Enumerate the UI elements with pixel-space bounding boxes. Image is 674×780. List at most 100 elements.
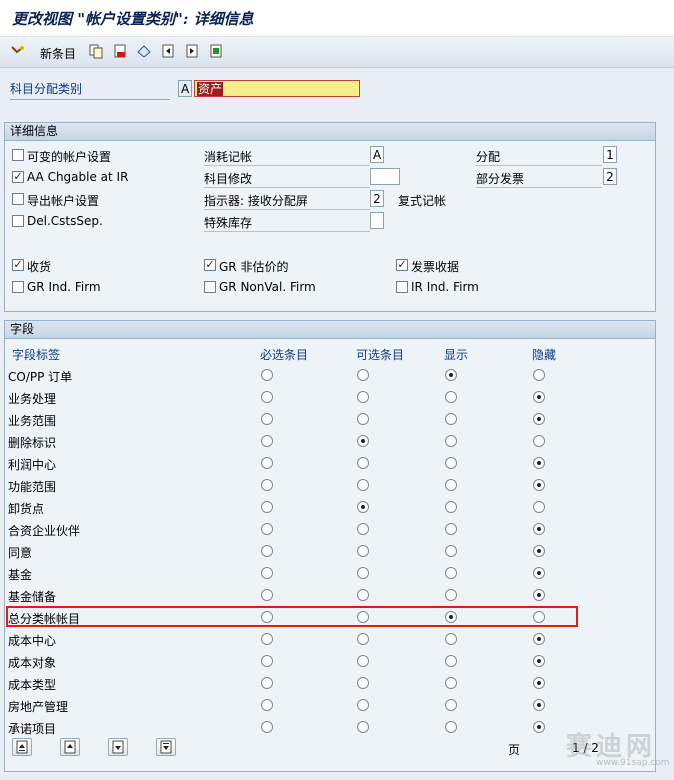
hide-radio[interactable]: [533, 589, 545, 601]
required-radio[interactable]: [261, 677, 273, 689]
undo-icon[interactable]: [136, 43, 152, 59]
partial-invoice-field[interactable]: 2: [603, 168, 617, 185]
required-radio[interactable]: [261, 501, 273, 513]
optional-radio[interactable]: [357, 457, 369, 469]
display-radio[interactable]: [445, 523, 457, 535]
optional-radio[interactable]: [357, 369, 369, 381]
display-radio[interactable]: [445, 589, 457, 601]
display-radio[interactable]: [445, 479, 457, 491]
copy-icon[interactable]: [88, 43, 104, 59]
gr-nonval-firm-checkbox[interactable]: [204, 281, 216, 293]
required-radio[interactable]: [261, 523, 273, 535]
account-assignment-value-field[interactable]: 资产: [194, 80, 360, 97]
required-radio[interactable]: [261, 721, 273, 733]
invoice-receipt-label: 发票收据: [411, 260, 460, 274]
gr-assignment-screen-field[interactable]: 2: [370, 190, 384, 207]
optional-radio[interactable]: [357, 589, 369, 601]
required-radio[interactable]: [261, 633, 273, 645]
export-icon[interactable]: [208, 43, 224, 59]
first-page-icon[interactable]: [12, 738, 32, 756]
consumption-posting-field[interactable]: A: [370, 146, 384, 163]
optional-radio[interactable]: [357, 501, 369, 513]
required-radio[interactable]: [261, 369, 273, 381]
gr-ind-firm-label: GR Ind. Firm: [27, 280, 101, 294]
prev-icon[interactable]: [160, 43, 176, 59]
required-radio[interactable]: [261, 545, 273, 557]
watermark-url: www.91sap.com: [596, 758, 670, 768]
optional-radio[interactable]: [357, 721, 369, 733]
required-radio[interactable]: [261, 413, 273, 425]
delete-icon[interactable]: [112, 43, 128, 59]
optional-radio[interactable]: [357, 677, 369, 689]
display-radio[interactable]: [445, 457, 457, 469]
hide-radio[interactable]: [533, 721, 545, 733]
hide-radio[interactable]: [533, 457, 545, 469]
glasses-icon[interactable]: [10, 43, 26, 59]
hide-radio[interactable]: [533, 523, 545, 535]
display-radio[interactable]: [445, 677, 457, 689]
display-radio[interactable]: [445, 721, 457, 733]
display-radio[interactable]: [445, 545, 457, 557]
optional-radio[interactable]: [357, 545, 369, 557]
required-radio[interactable]: [261, 435, 273, 447]
del-csts-sep-checkbox[interactable]: [12, 215, 24, 227]
display-radio[interactable]: [445, 435, 457, 447]
hide-radio[interactable]: [533, 699, 545, 711]
hide-radio[interactable]: [533, 655, 545, 667]
next-page-icon[interactable]: [108, 738, 128, 756]
hide-radio[interactable]: [533, 545, 545, 557]
required-radio[interactable]: [261, 567, 273, 579]
optional-radio[interactable]: [357, 523, 369, 535]
required-radio[interactable]: [261, 655, 273, 667]
optional-radio[interactable]: [357, 567, 369, 579]
gr-non-valuated-checkbox[interactable]: ✓: [204, 259, 216, 271]
hide-radio[interactable]: [533, 677, 545, 689]
optional-radio[interactable]: [357, 655, 369, 667]
variable-account-assignment-checkbox[interactable]: [12, 149, 24, 161]
gr-ind-firm-checkbox[interactable]: [12, 281, 24, 293]
optional-radio[interactable]: [357, 633, 369, 645]
display-radio[interactable]: [445, 633, 457, 645]
required-radio[interactable]: [261, 589, 273, 601]
hide-radio[interactable]: [533, 479, 545, 491]
display-radio[interactable]: [445, 567, 457, 579]
hide-radio[interactable]: [533, 501, 545, 513]
goods-receipt-checkbox[interactable]: ✓: [12, 259, 24, 271]
account-modification-field[interactable]: [370, 168, 400, 185]
hide-radio[interactable]: [533, 633, 545, 645]
required-radio[interactable]: [261, 457, 273, 469]
required-radio[interactable]: [261, 479, 273, 491]
hide-radio[interactable]: [533, 413, 545, 425]
last-page-icon[interactable]: [156, 738, 176, 756]
hide-radio[interactable]: [533, 369, 545, 381]
optional-radio[interactable]: [357, 699, 369, 711]
aa-chgable-checkbox[interactable]: ✓: [12, 171, 24, 183]
special-stock-field[interactable]: [370, 212, 384, 229]
display-radio[interactable]: [445, 413, 457, 425]
next-icon[interactable]: [184, 43, 200, 59]
hide-radio[interactable]: [533, 435, 545, 447]
required-radio[interactable]: [261, 391, 273, 403]
display-radio[interactable]: [445, 391, 457, 403]
hide-radio[interactable]: [533, 567, 545, 579]
optional-radio[interactable]: [357, 479, 369, 491]
prev-page-icon[interactable]: [60, 738, 80, 756]
display-radio[interactable]: [445, 655, 457, 667]
hide-radio[interactable]: [533, 391, 545, 403]
new-entry-button[interactable]: 新条目: [40, 45, 76, 62]
invoice-receipt-checkbox[interactable]: ✓: [396, 259, 408, 271]
required-radio[interactable]: [261, 699, 273, 711]
display-radio[interactable]: [445, 501, 457, 513]
display-radio[interactable]: [445, 699, 457, 711]
derive-account-assignment-checkbox[interactable]: [12, 193, 24, 205]
col-header-field-label: 字段标签: [12, 348, 61, 362]
ir-ind-firm-checkbox[interactable]: [396, 281, 408, 293]
field-row-label: 业务处理: [8, 392, 57, 406]
optional-radio[interactable]: [357, 435, 369, 447]
page-title: 更改视图 "帐户设置类别": 详细信息: [12, 10, 254, 28]
display-radio[interactable]: [445, 369, 457, 381]
optional-radio[interactable]: [357, 413, 369, 425]
distribution-field[interactable]: 1: [603, 146, 617, 163]
optional-radio[interactable]: [357, 391, 369, 403]
field-row-label: 基金: [8, 568, 33, 582]
